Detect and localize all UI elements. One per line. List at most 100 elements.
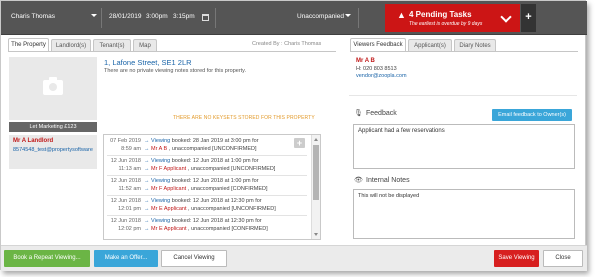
entry-text: booked: 12 Jun 2018 at 12:30 pm for [170,218,262,224]
vendor-phone: H: 020 803 8513 [356,66,397,72]
landlord-card: Mr A Landlord 8574548_test@propertysoftw… [9,135,97,169]
entry-date: 12 Jun 2018 [110,198,141,204]
arrow-icon: → [144,218,150,224]
arrow-icon: → [144,146,150,152]
date-field[interactable]: 28/01/2019 [109,13,142,20]
landlord-contact-link[interactable]: 8574548_test@propertysoftware [13,147,97,153]
tab-the-property[interactable]: The Property [8,38,49,52]
arrow-icon: → [144,158,150,164]
calendar-icon[interactable] [202,14,209,21]
property-photo[interactable] [9,57,97,120]
arrow-icon: → [144,198,150,204]
property-address-link[interactable]: 1, Lafone Street, SE1 2LR [104,58,192,67]
viewing-notes-text: There are no private viewing notes store… [104,68,247,74]
chevron-down-icon[interactable] [345,14,351,17]
book-repeat-viewing-button[interactable]: Book a Repeat Viewing... [4,250,90,267]
camera-icon [43,77,63,95]
chevron-down-icon[interactable] [91,14,97,17]
separator [215,8,216,28]
microphone-icon: 🎙 [354,110,363,117]
entry-time: 8:59 am [121,146,141,152]
entry-text: , unaccompanied [UNCONFIRMED] [186,166,276,172]
separator [358,8,359,28]
viewing-link[interactable]: Viewing [151,218,170,224]
scroll-up-icon[interactable] [314,138,318,141]
entry-text: booked: 28 Jan 2019 at 3:00 pm for [170,138,259,144]
person-link[interactable]: Mr A B [151,146,167,152]
viewing-link[interactable]: Viewing [151,178,170,184]
close-button[interactable]: Close [543,250,583,267]
entry-date: 12 Jun 2018 [110,178,141,184]
pending-tasks-alert[interactable]: ▲ 4 Pending Tasks The earliest is overdu… [385,4,520,32]
arrow-icon: → [144,206,150,212]
internal-notes-textarea[interactable]: This will not be displayed [353,189,575,239]
make-offer-button[interactable]: Make an Offer... [94,250,158,267]
list-item: 12 Jun 2018 11:13 am → Viewing booked: 1… [104,156,310,176]
top-bar: Charis Thomas 28/01/2019 3:00pm 3:15pm U… [1,1,587,35]
entry-time: 12:01 pm [118,206,141,212]
list-item: 12 Jun 2018 11:52 am → Viewing booked: 1… [104,176,310,196]
tab-underline [8,51,336,52]
eye-icon: 👁 [354,177,363,184]
person-link[interactable]: Mr F Applicant [151,186,186,192]
separator [101,8,102,28]
list-item: 07 Feb 2019 8:59 am → Viewing booked: 28… [104,136,310,156]
entry-date: 12 Jun 2018 [110,158,141,164]
cancel-viewing-button[interactable]: Cancel Viewing [161,250,227,267]
keysets-message: THERE ARE NO KEYSETS STORED FOR THIS PRO… [173,115,315,121]
entry-text: booked: 12 Jun 2018 at 1:00 pm for [170,178,259,184]
viewing-history: + 07 Feb 2019 8:59 am → Viewing booked: … [103,134,321,240]
arrow-icon: → [144,226,150,232]
viewing-link[interactable]: Viewing [151,138,170,144]
entry-time: 11:52 am [118,186,141,192]
entry-date: 12 Jun 2018 [110,218,141,224]
feedback-label: Feedback [366,110,397,117]
save-viewing-button[interactable]: Save Viewing [494,250,539,267]
scroll-thumb[interactable] [313,145,319,200]
agent-select[interactable]: Charis Thomas [11,13,55,20]
scrollbar[interactable] [311,135,320,239]
warning-icon: ▲ [397,10,406,20]
entry-text: , unaccompanied [CONFIRMED] [186,226,268,232]
add-task-button[interactable]: + [521,4,536,32]
list-item: 12 Jun 2018 12:02 pm → Viewing booked: 1… [104,216,310,236]
scroll-down-icon[interactable] [314,233,318,236]
divider [349,95,577,96]
internal-notes-label: Internal Notes [366,177,410,184]
arrow-icon: → [144,138,150,144]
entry-text: booked: 12 Jun 2018 at 12:30 pm for [170,198,262,204]
viewing-dialog: Charis Thomas 28/01/2019 3:00pm 3:15pm U… [0,0,587,271]
entry-text: booked: 12 Jun 2018 at 1:00 pm for [170,158,259,164]
person-link[interactable]: Mr F Applicant [151,166,186,172]
chevron-down-icon[interactable] [500,11,512,23]
vendor-email-link[interactable]: vendor@zoopla.com [356,73,407,79]
list-item: 12 Jun 2018 12:01 pm → Viewing booked: 1… [104,196,310,216]
viewing-link[interactable]: Viewing [151,198,170,204]
end-time-field[interactable]: 3:15pm [173,13,195,20]
pending-title: 4 Pending Tasks [409,10,472,19]
footer-bar: Book a Repeat Viewing... Make an Offer..… [1,245,587,271]
feedback-textarea[interactable]: Applicant had a few reservations [353,124,575,169]
entry-time: 11:13 am [118,166,141,172]
created-by: Created By : Charis Thomas [252,41,322,47]
landlord-name-link[interactable]: Mr A Landlord [13,138,53,144]
entry-date: 07 Feb 2019 [110,138,141,144]
person-link[interactable]: Mr E Applicant [151,206,186,212]
tab-underline [350,51,578,52]
arrow-icon: → [144,166,150,172]
arrow-icon: → [144,178,150,184]
entry-text: , unaccompanied [UNCONFIRMED] [186,206,276,212]
person-link[interactable]: Mr E Applicant [151,226,186,232]
entry-text: , unaccompanied [CONFIRMED] [186,186,268,192]
viewing-link[interactable]: Viewing [151,158,170,164]
start-time-field[interactable]: 3:00pm [146,13,168,20]
marketing-badge: Let Marketing £123 [9,122,97,132]
tab-viewers-feedback[interactable]: Viewers Feedback [350,38,406,52]
pending-subtitle: The earliest is overdue by 9 days [409,21,483,27]
email-feedback-button[interactable]: Email feedback to Owner(s) [492,109,572,121]
arrow-icon: → [144,186,150,192]
entry-text: , unaccompanied [UNCONFIRMED] [167,146,257,152]
entry-time: 12:02 pm [118,226,141,232]
accompany-select[interactable]: Unaccompanied [297,13,344,20]
vendor-name[interactable]: Mr A B [356,58,375,64]
